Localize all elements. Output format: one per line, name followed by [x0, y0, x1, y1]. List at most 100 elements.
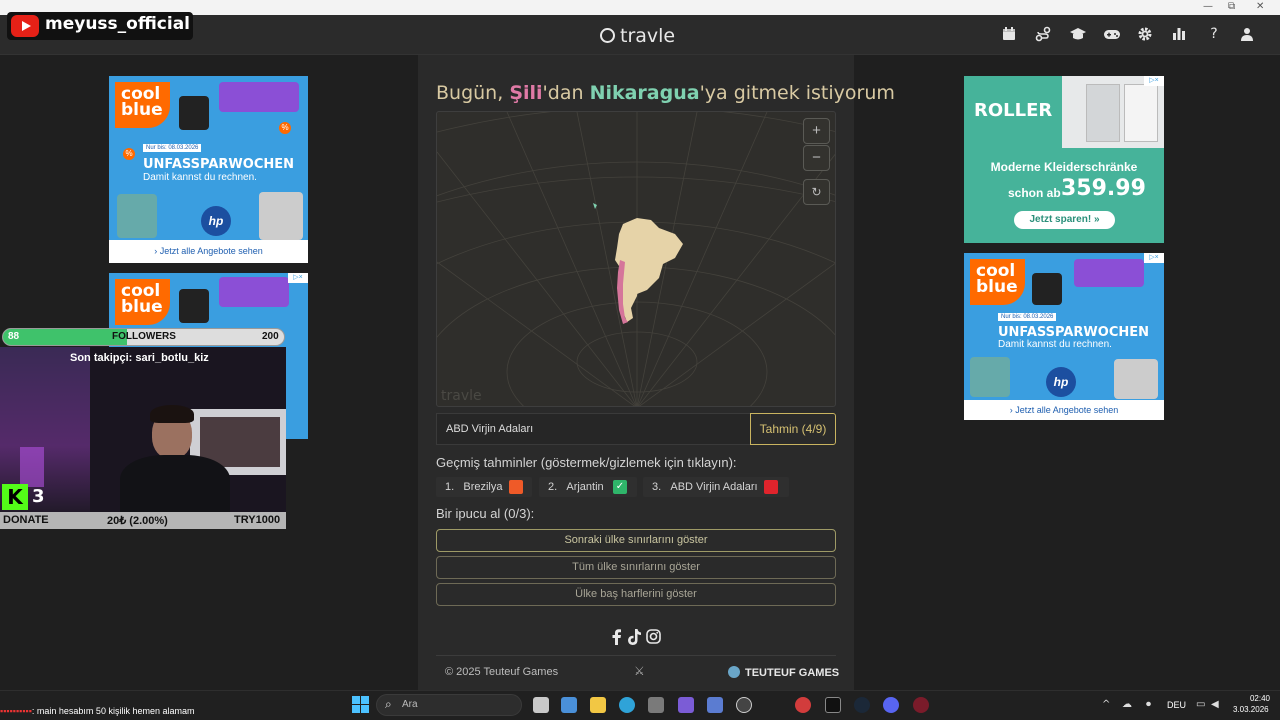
product-image [259, 192, 303, 240]
widgets-icon[interactable] [561, 697, 577, 713]
world-map[interactable]: + − ↻ travle [436, 111, 836, 407]
app-icon[interactable] [707, 697, 723, 713]
ad-choices-icon[interactable]: ▷× [1144, 76, 1164, 86]
status-orange-icon [509, 480, 523, 494]
store-icon[interactable] [648, 697, 664, 713]
chat-message: ▪▪▪▪▪▪▪▪▪▪: main hesabım 50 kişilik heme… [0, 706, 194, 716]
followers-label: FOLLOWERS [112, 331, 176, 342]
route-icon[interactable] [1035, 26, 1051, 42]
ad-subline: Damit kannst du rechnen. [998, 339, 1112, 350]
followers-progress-fill [3, 329, 127, 345]
price-prefix: schon ab [1008, 186, 1061, 200]
crossed-tools-icon: ⚔ [634, 664, 645, 678]
facebook-icon[interactable] [611, 629, 623, 649]
ad-choices-icon[interactable]: ▷× [1144, 253, 1164, 263]
past-guesses-toggle[interactable]: Geçmiş tahminler (göstermek/gizlemek içi… [436, 455, 737, 470]
ad-subline: Damit kannst du rechnen. [143, 172, 257, 183]
app-icon[interactable] [795, 697, 811, 713]
product-image [970, 357, 1010, 397]
maximize-button[interactable]: ⧉ [1228, 1, 1235, 12]
past-guess-item[interactable]: 2. Arjantin ✓ [539, 477, 637, 497]
teuteuf-games-label: TEUTEUF GAMES [745, 667, 840, 679]
gear-icon[interactable] [1137, 26, 1153, 42]
volume-icon[interactable]: ◀ [1211, 699, 1219, 710]
coolblue-ad[interactable]: cool blue ▷× Nur bis: 08.03.2026 UNFASSP… [964, 253, 1164, 420]
start-country: Şili [509, 82, 543, 104]
guess-input[interactable]: ABD Virjin Adaları [436, 413, 751, 445]
gamepad-icon[interactable] [1103, 26, 1120, 42]
product-image [179, 96, 209, 130]
tiktok-icon[interactable] [627, 629, 641, 649]
followers-current: 88 [8, 331, 20, 342]
obs-icon[interactable] [736, 697, 752, 713]
clock-date[interactable]: 3.03.2026 [1233, 705, 1269, 714]
product-image [179, 289, 209, 323]
ad-choices-icon[interactable]: ▷× [288, 273, 308, 283]
price-value: 359.99 [1061, 176, 1146, 201]
last-follower-text: Son takipçi: sari_botlu_kiz [70, 352, 209, 364]
cloud-icon[interactable]: ☁ [1122, 699, 1132, 710]
zoom-in-button[interactable]: + [803, 118, 830, 144]
ad-headline: UNFASSPARWOCHEN [998, 325, 1150, 340]
bar-chart-icon[interactable] [1171, 26, 1187, 42]
taskbar-search-input[interactable]: Ara [376, 694, 522, 716]
offer-date-badge: Nur bis: 08.03.2026 [998, 313, 1057, 321]
percent-badge: % [279, 122, 291, 134]
past-guess-name: Brezilya [463, 481, 503, 493]
brand-logo[interactable]: travle [600, 25, 675, 47]
keyboard-language[interactable]: DEU [1167, 700, 1186, 710]
product-image [219, 277, 289, 307]
ad-link[interactable]: › Jetzt alle Angebote sehen [109, 240, 308, 263]
brand-name: travle [620, 25, 676, 47]
followers-goal: 200 [262, 331, 279, 342]
minimize-button[interactable]: — [1203, 1, 1213, 12]
help-icon[interactable]: ? [1206, 26, 1222, 42]
channel-name: meyuss_official [45, 14, 191, 34]
network-icon[interactable]: ▭ [1196, 699, 1205, 710]
past-guess-item[interactable]: 3. ABD Virjin Adaları [643, 477, 789, 497]
roller-logo: ROLLER [974, 100, 1053, 121]
hint-next-borders-button[interactable]: Sonraki ülke sınırlarını göster [436, 529, 836, 552]
app-icon[interactable] [678, 697, 694, 713]
task-view-icon[interactable] [533, 697, 549, 713]
hp-logo: hp [1046, 367, 1076, 397]
calendar-icon[interactable] [1001, 26, 1017, 42]
edge-icon[interactable] [619, 697, 635, 713]
footer-divider [436, 655, 836, 656]
discord-icon[interactable] [883, 697, 899, 713]
user-icon[interactable] [1239, 26, 1255, 42]
clock-time[interactable]: 02:40 [1248, 694, 1270, 703]
hint-initials-button[interactable]: Ülke baş harflerini göster [436, 583, 836, 606]
donate-label: DONATE [3, 514, 49, 526]
ad-link[interactable]: › Jetzt alle Angebote sehen [964, 400, 1164, 420]
epic-games-icon[interactable] [825, 697, 841, 713]
past-guess-number: 3. [652, 481, 662, 493]
zoom-out-button[interactable]: − [803, 145, 830, 171]
file-explorer-icon[interactable] [590, 697, 606, 713]
steam-icon[interactable] [854, 697, 870, 713]
app-icon[interactable] [913, 697, 929, 713]
guess-button[interactable]: Tahmin (4/9) [750, 413, 836, 445]
tray-overflow-icon[interactable]: ^ [1102, 699, 1110, 710]
question-middle: 'dan [542, 82, 590, 104]
product-image [117, 194, 157, 238]
coolblue-ad[interactable]: cool blue % % Nur bis: 08.03.2026 UNFASS… [109, 76, 308, 263]
graduation-cap-icon[interactable] [1069, 26, 1086, 42]
hint-all-borders-button[interactable]: Tüm ülke sınırlarını göster [436, 556, 836, 579]
ad-headline: UNFASSPARWOCHEN [143, 157, 295, 172]
microphone-icon[interactable]: ⏺ [1146, 699, 1151, 710]
teuteuf-games-link[interactable]: TEUTEUF GAMES [728, 664, 839, 679]
past-guess-name: Arjantin [566, 481, 604, 493]
reset-view-button[interactable]: ↻ [803, 179, 830, 205]
past-guess-item[interactable]: 1. Brezilya [436, 477, 532, 497]
status-red-icon [764, 480, 778, 494]
hp-logo: hp [201, 206, 231, 236]
instagram-icon[interactable] [646, 629, 661, 648]
ad-cta-button[interactable]: Jetzt sparen! » [1014, 211, 1115, 229]
roller-ad[interactable]: ▷× ROLLER Moderne Kleiderschränke schon … [964, 76, 1164, 243]
percent-badge: % [123, 148, 135, 160]
search-icon: ⌕ [385, 697, 392, 711]
close-button[interactable]: ✕ [1256, 1, 1264, 12]
windows-start-icon[interactable] [352, 696, 369, 713]
past-guess-number: 2. [548, 481, 558, 493]
